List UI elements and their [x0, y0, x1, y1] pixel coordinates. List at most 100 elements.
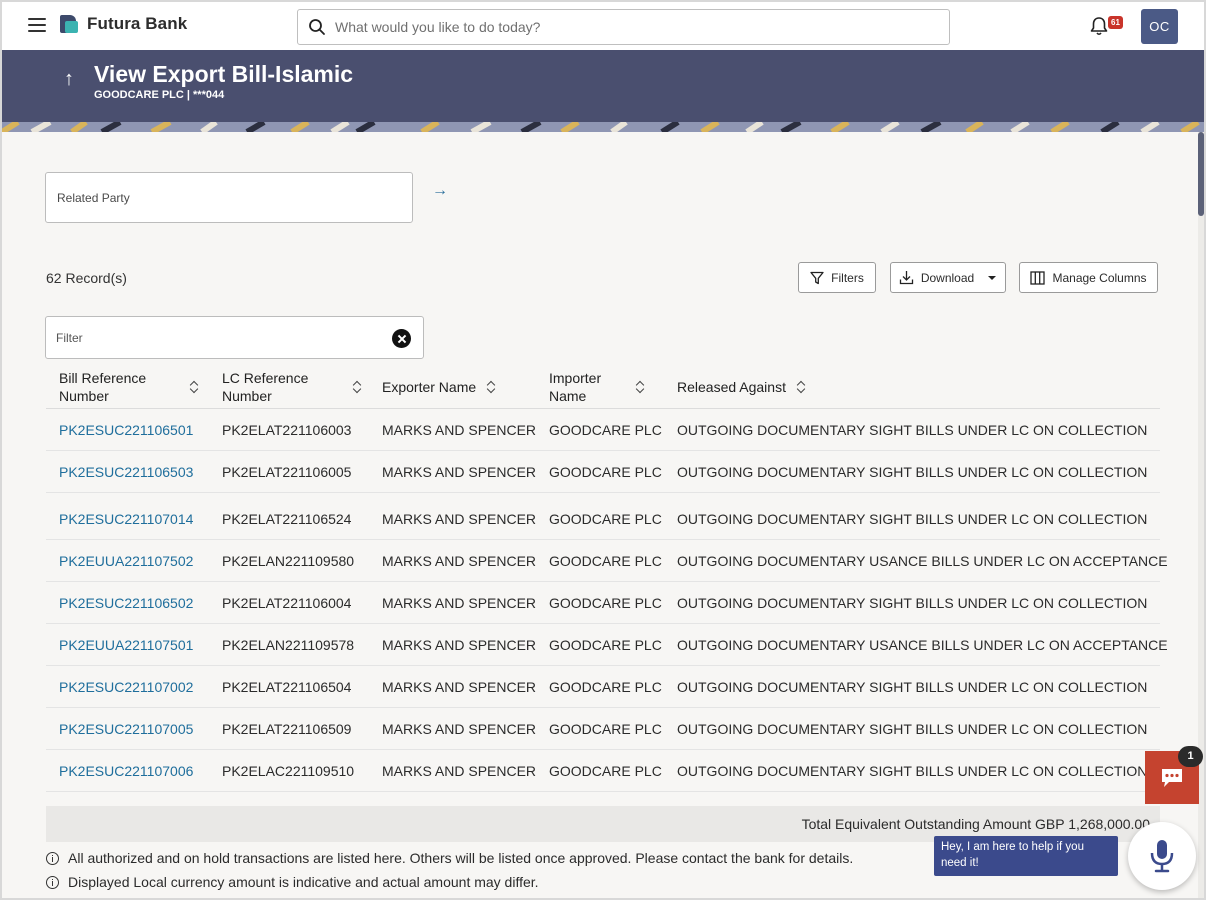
column-header-lc-reference[interactable]: LC Reference Number: [222, 364, 362, 409]
importer-name-cell: GOODCARE PLC: [549, 721, 662, 737]
column-header-bill-reference[interactable]: Bill Reference Number: [59, 364, 199, 409]
user-avatar[interactable]: OC: [1141, 9, 1178, 44]
lc-reference-cell: PK2ELAC221109510: [222, 763, 355, 779]
lc-reference-cell: PK2ELAT221106005: [222, 464, 352, 480]
bill-reference-link[interactable]: PK2ESUC221107006: [59, 750, 193, 792]
app-window: Futura Bank 61 OC ↑ View Export Bill-Isl…: [0, 0, 1206, 900]
released-against-cell: OUTGOING DOCUMENTARY USANCE BILLS UNDER …: [677, 553, 1168, 569]
lc-reference-cell: PK2ELAN221109580: [222, 553, 355, 569]
exporter-name-cell: MARKS AND SPENCER: [382, 679, 537, 695]
exporter-name-cell: MARKS AND SPENCER: [382, 595, 537, 611]
download-button[interactable]: Download: [890, 262, 1006, 293]
table-row: PK2ESUC221106501 PK2ELAT221106003 MARKS …: [46, 409, 1160, 451]
released-against-cell: OUTGOING DOCUMENTARY USANCE BILLS UNDER …: [677, 637, 1168, 653]
table-row: PK2ESUC221107014 PK2ELAT221106524 MARKS …: [46, 493, 1160, 540]
bill-reference-link[interactable]: PK2EUUA221107502: [59, 540, 193, 582]
page-title: View Export Bill-Islamic: [94, 61, 354, 87]
party-account-subtitle: GOODCARE PLC | ***044: [94, 89, 225, 101]
menu-icon[interactable]: [28, 18, 46, 32]
related-party-field[interactable]: Related Party: [45, 172, 413, 223]
total-outstanding-amount: Total Equivalent Outstanding Amount GBP …: [801, 816, 1150, 832]
released-against-cell: OUTGOING DOCUMENTARY SIGHT BILLS UNDER L…: [677, 511, 1148, 527]
brand[interactable]: Futura Bank: [60, 14, 187, 34]
related-party-label: Related Party: [57, 190, 130, 205]
sort-icon[interactable]: [635, 380, 645, 394]
main-content: Related Party → 62 Record(s) Filters Dow…: [2, 132, 1198, 898]
sort-icon[interactable]: [486, 380, 496, 394]
clear-filter-icon[interactable]: [392, 329, 411, 348]
bill-reference-link[interactable]: PK2EUUA221107501: [59, 624, 193, 666]
lc-reference-cell: PK2ELAT221106003: [222, 422, 352, 438]
filters-button[interactable]: Filters: [798, 262, 876, 293]
search-icon: [309, 19, 325, 35]
exporter-name-cell: MARKS AND SPENCER: [382, 422, 537, 438]
filters-button-label: Filters: [831, 270, 864, 285]
bill-reference-link[interactable]: PK2ESUC221106502: [59, 582, 193, 624]
bill-reference-link[interactable]: PK2ESUC221107002: [59, 666, 193, 708]
exporter-name-cell: MARKS AND SPENCER: [382, 553, 537, 569]
released-against-cell: OUTGOING DOCUMENTARY SIGHT BILLS UNDER L…: [677, 464, 1148, 480]
table-row: PK2ESUC221107006 PK2ELAC221109510 MARKS …: [46, 750, 1160, 792]
sort-icon[interactable]: [189, 380, 199, 394]
arrow-right-icon[interactable]: →: [432, 182, 448, 200]
table-row: PK2EUUA221107501 PK2ELAN221109578 MARKS …: [46, 624, 1168, 666]
table-row: PK2ESUC221107002 PK2ELAT221106504 MARKS …: [46, 666, 1160, 708]
importer-name-cell: GOODCARE PLC: [549, 553, 662, 569]
table-row: PK2ESUC221106502 PK2ELAT221106004 MARKS …: [46, 582, 1160, 624]
info-icon: [46, 851, 59, 865]
sort-icon[interactable]: [352, 380, 362, 394]
bill-reference-link[interactable]: PK2ESUC221107014: [59, 493, 193, 540]
released-against-cell: OUTGOING DOCUMENTARY SIGHT BILLS UNDER L…: [677, 679, 1148, 695]
lc-reference-cell: PK2ELAT221106509: [222, 721, 352, 737]
info-note: Displayed Local currency amount is indic…: [46, 874, 539, 890]
column-label: Exporter Name: [382, 378, 477, 395]
manage-columns-label: Manage Columns: [1052, 270, 1147, 285]
importer-name-cell: GOODCARE PLC: [549, 595, 662, 611]
table-row: PK2ESUC221106503 PK2ELAT221106005 MARKS …: [46, 451, 1160, 493]
released-against-cell: OUTGOING DOCUMENTARY SIGHT BILLS UNDER L…: [677, 763, 1148, 779]
lc-reference-cell: PK2ELAT221106504: [222, 679, 352, 695]
bill-reference-link[interactable]: PK2ESUC221106501: [59, 409, 193, 451]
microphone-icon: [1150, 840, 1174, 873]
sort-icon[interactable]: [796, 380, 806, 394]
exporter-name-cell: MARKS AND SPENCER: [382, 464, 537, 480]
bill-reference-link[interactable]: PK2ESUC221106503: [59, 451, 193, 493]
search-input[interactable]: [335, 19, 915, 35]
table-header: Bill Reference Number LC Reference Numbe…: [46, 364, 1160, 409]
bill-reference-link[interactable]: PK2ESUC221107005: [59, 708, 193, 750]
exporter-name-cell: MARKS AND SPENCER: [382, 763, 537, 779]
column-header-importer-name[interactable]: Importer Name: [549, 364, 654, 409]
scrollbar-thumb[interactable]: [1198, 132, 1204, 216]
exporter-name-cell: MARKS AND SPENCER: [382, 511, 537, 527]
column-header-released-against[interactable]: Released Against: [677, 364, 806, 409]
back-arrow-icon[interactable]: ↑: [60, 68, 78, 91]
table-row: PK2ESUC221107005 PK2ELAT221106509 MARKS …: [46, 708, 1160, 750]
bank-logo-icon: [60, 14, 80, 34]
released-against-cell: OUTGOING DOCUMENTARY SIGHT BILLS UNDER L…: [677, 595, 1148, 611]
bell-icon[interactable]: [1088, 15, 1110, 37]
info-note: All authorized and on hold transactions …: [46, 850, 853, 866]
filter-input[interactable]: [56, 330, 376, 345]
lc-reference-cell: PK2ELAT221106004: [222, 595, 352, 611]
released-against-cell: OUTGOING DOCUMENTARY SIGHT BILLS UNDER L…: [677, 721, 1148, 737]
lc-reference-cell: PK2ELAN221109578: [222, 637, 355, 653]
importer-name-cell: GOODCARE PLC: [549, 637, 662, 653]
page-header: ↑ View Export Bill-Islamic GOODCARE PLC …: [2, 50, 1204, 132]
exporter-name-cell: MARKS AND SPENCER: [382, 637, 537, 653]
decorative-pattern: [2, 122, 1204, 132]
column-header-exporter-name[interactable]: Exporter Name: [382, 364, 496, 409]
exporter-name-cell: MARKS AND SPENCER: [382, 721, 537, 737]
search-bar[interactable]: [297, 9, 950, 45]
caret-down-icon: [988, 275, 997, 280]
lc-reference-cell: PK2ELAT221106524: [222, 511, 352, 527]
columns-icon: [1030, 270, 1046, 285]
released-against-cell: OUTGOING DOCUMENTARY SIGHT BILLS UNDER L…: [677, 422, 1148, 438]
filter-icon: [810, 271, 824, 284]
chat-badge: 1: [1178, 746, 1203, 767]
assistant-message: Hey, I am here to help if you need it!: [934, 836, 1118, 876]
voice-assistant-button[interactable]: [1128, 822, 1196, 890]
info-icon: [46, 875, 59, 889]
manage-columns-button[interactable]: Manage Columns: [1019, 262, 1158, 293]
top-nav-bar: Futura Bank 61 OC: [2, 2, 1204, 50]
importer-name-cell: GOODCARE PLC: [549, 422, 662, 438]
